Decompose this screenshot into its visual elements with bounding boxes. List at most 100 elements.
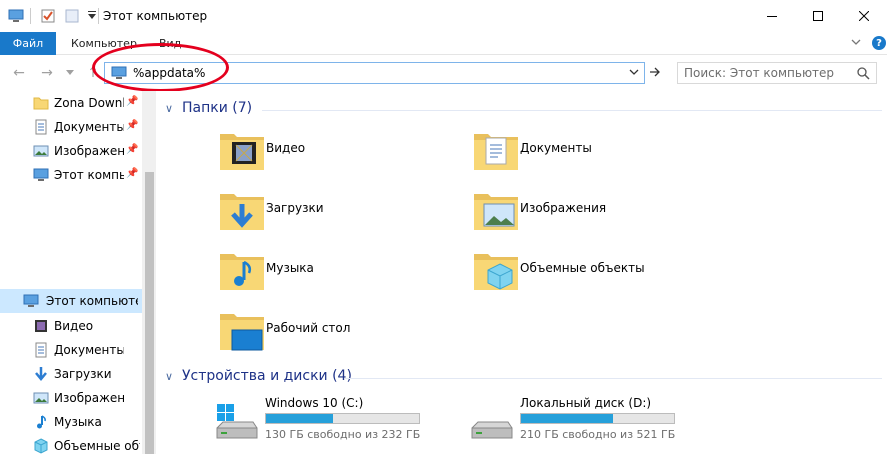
scrollbar-thumb[interactable] <box>145 172 154 454</box>
video-icon <box>35 320 47 332</box>
chevron-down-icon[interactable] <box>628 66 640 78</box>
folder-tile-video[interactable]: Видео <box>218 128 458 178</box>
nav-item-this-pc-pinned[interactable]: Этот компью 📌 <box>0 163 142 187</box>
divider <box>262 110 882 111</box>
folder-icon <box>33 97 49 110</box>
arrow-up-icon: ↑ <box>87 65 99 81</box>
nav-item-label: Изображения <box>54 391 124 405</box>
nav-item-documents[interactable]: Документы 📌 <box>0 115 142 139</box>
folder-label: Рабочий стол <box>266 321 351 335</box>
nav-item-label: Музыка <box>54 415 102 429</box>
help-button[interactable]: ? <box>872 36 886 50</box>
divider <box>345 378 882 379</box>
expand-ribbon-icon[interactable] <box>850 36 862 48</box>
chevron-down-icon <box>66 70 74 75</box>
close-icon <box>859 11 869 21</box>
address-bar[interactable]: %appdata% <box>104 62 645 84</box>
drive-usage-fill <box>266 414 334 423</box>
back-button[interactable]: ← <box>10 64 28 82</box>
pictures-icon <box>33 145 49 157</box>
computer-icon <box>33 168 49 181</box>
search-input[interactable]: Поиск: Этот компьютер <box>684 66 834 80</box>
folder-tile-downloads[interactable]: Загрузки <box>218 188 458 238</box>
properties-icon[interactable] <box>40 8 56 24</box>
group-header-drives[interactable]: ∨ Устройства и диски (4) <box>165 368 352 384</box>
minimize-button[interactable] <box>749 0 795 32</box>
drive-label: Windows 10 (C:) <box>265 396 364 410</box>
computer-icon <box>23 294 39 307</box>
computer-icon <box>111 66 127 79</box>
pictures-icon <box>33 392 49 404</box>
close-button[interactable] <box>841 0 887 32</box>
maximize-button[interactable] <box>795 0 841 32</box>
documents-icon <box>35 119 47 135</box>
group-title: Устройства и диски (4) <box>182 368 352 384</box>
nav-item-label: Изображени <box>54 144 124 158</box>
folder-tile-documents[interactable]: Документы <box>472 128 712 178</box>
nav-item-label: Объемные объ <box>54 439 140 453</box>
folder-label: Объемные объекты <box>520 261 645 275</box>
address-input[interactable]: %appdata% <box>133 66 205 80</box>
music-icon <box>37 415 46 429</box>
drive-usage-fill <box>521 414 613 423</box>
nav-item-label: Документы <box>54 343 124 357</box>
folder-tile-desktop[interactable]: Рабочий стол <box>218 308 458 358</box>
folder-label: Изображения <box>520 201 607 215</box>
folder-tile-pictures[interactable]: Изображения <box>472 188 712 238</box>
pin-icon: 📌 <box>126 120 139 131</box>
documents-icon <box>35 342 47 358</box>
search-box[interactable]: Поиск: Этот компьютер <box>677 62 877 84</box>
nav-item-this-pc[interactable]: Этот компьютер <box>0 289 142 313</box>
downloads-folder-icon <box>220 194 264 230</box>
chevron-down-icon: ∨ <box>165 101 174 115</box>
go-arrow-icon[interactable] <box>648 65 662 79</box>
arrow-left-icon: ← <box>13 65 25 81</box>
maximize-icon <box>813 11 823 21</box>
music-folder-icon <box>220 254 264 290</box>
pin-icon: 📌 <box>126 168 139 179</box>
computer-icon[interactable] <box>8 8 24 24</box>
chevron-down-icon: ∨ <box>165 369 174 383</box>
folder-tile-music[interactable]: Музыка <box>218 248 458 298</box>
nav-item-downloads[interactable]: Загрузки <box>0 362 142 386</box>
window-title: Этот компьютер <box>103 9 208 23</box>
nav-item-label: Загрузки <box>54 367 112 381</box>
nav-item-pictures-pc[interactable]: Изображения <box>0 386 142 410</box>
pictures-folder-icon <box>474 194 518 230</box>
nav-item-zona-downloads[interactable]: Zona Downlo 📌 <box>0 91 142 115</box>
up-button[interactable]: ↑ <box>84 64 102 82</box>
forward-button[interactable]: → <box>38 64 56 82</box>
group-header-folders[interactable]: ∨ Папки (7) <box>165 100 252 116</box>
recent-locations-button[interactable] <box>64 64 76 82</box>
folder-tile-3d-objects[interactable]: Объемные объекты <box>472 248 712 298</box>
nav-item-label: Zona Downlo <box>54 96 124 110</box>
nav-item-label: Этот компьютер <box>46 294 138 308</box>
folder-label: Музыка <box>266 261 314 275</box>
separator <box>30 8 31 24</box>
drive-c[interactable]: Windows 10 (C:) 130 ГБ свободно из 232 Г… <box>215 396 455 452</box>
nav-item-video[interactable]: Видео <box>0 314 142 338</box>
nav-item-3d-objects[interactable]: Объемные объ <box>0 434 142 454</box>
pin-icon: 📌 <box>126 144 139 155</box>
windows-drive-icon <box>216 404 258 439</box>
group-title: Папки (7) <box>182 100 253 116</box>
documents-folder-icon <box>474 134 518 170</box>
minimize-icon <box>767 16 777 17</box>
drive-label: Локальный диск (D:) <box>520 396 652 410</box>
nav-item-documents-pc[interactable]: Документы <box>0 338 142 362</box>
nav-item-pictures[interactable]: Изображени 📌 <box>0 139 142 163</box>
navigation-pane: Zona Downlo 📌 Документы 📌 Изображени 📌 Э… <box>0 91 142 454</box>
folder-label: Видео <box>266 141 306 155</box>
nav-item-music[interactable]: Музыка <box>0 410 142 434</box>
pin-icon: 📌 <box>126 96 139 107</box>
tab-view[interactable]: Вид <box>159 37 181 50</box>
nav-item-label: Документы <box>54 120 124 134</box>
drive-usage-bar <box>265 413 420 424</box>
tab-computer[interactable]: Компьютер <box>71 37 137 50</box>
new-folder-icon[interactable] <box>64 8 80 24</box>
3d-objects-folder-icon <box>474 254 518 290</box>
tab-file[interactable]: Файл <box>0 32 56 55</box>
drive-d[interactable]: Локальный диск (D:) 210 ГБ свободно из 5… <box>470 396 710 452</box>
ribbon: Файл Компьютер Вид ? <box>0 32 887 55</box>
desktop-folder-icon <box>220 314 264 351</box>
